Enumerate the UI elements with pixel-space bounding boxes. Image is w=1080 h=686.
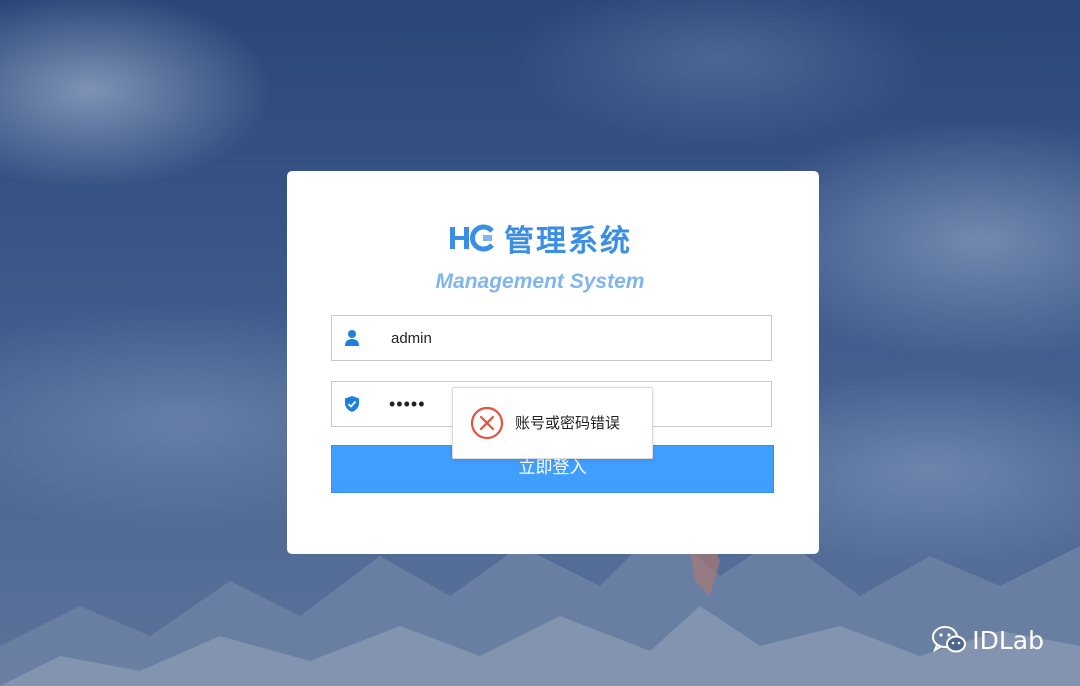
app-subtitle: Management System <box>435 270 645 293</box>
brand-header: 管理系统 <box>0 216 1080 260</box>
hc-logo-icon <box>450 224 494 252</box>
error-toast: 账号或密码错误 <box>452 387 653 459</box>
error-circle-x-icon <box>470 406 504 440</box>
error-message: 账号或密码错误 <box>515 414 621 432</box>
app-title: 管理系统 <box>504 224 632 259</box>
username-field[interactable] <box>331 315 772 362</box>
username-input[interactable] <box>389 316 753 362</box>
watermark-text: IDLab <box>972 625 1044 655</box>
shield-check-icon <box>345 396 359 412</box>
wechat-icon <box>932 626 967 653</box>
watermark: IDLab <box>930 624 1044 656</box>
user-icon <box>345 330 359 346</box>
